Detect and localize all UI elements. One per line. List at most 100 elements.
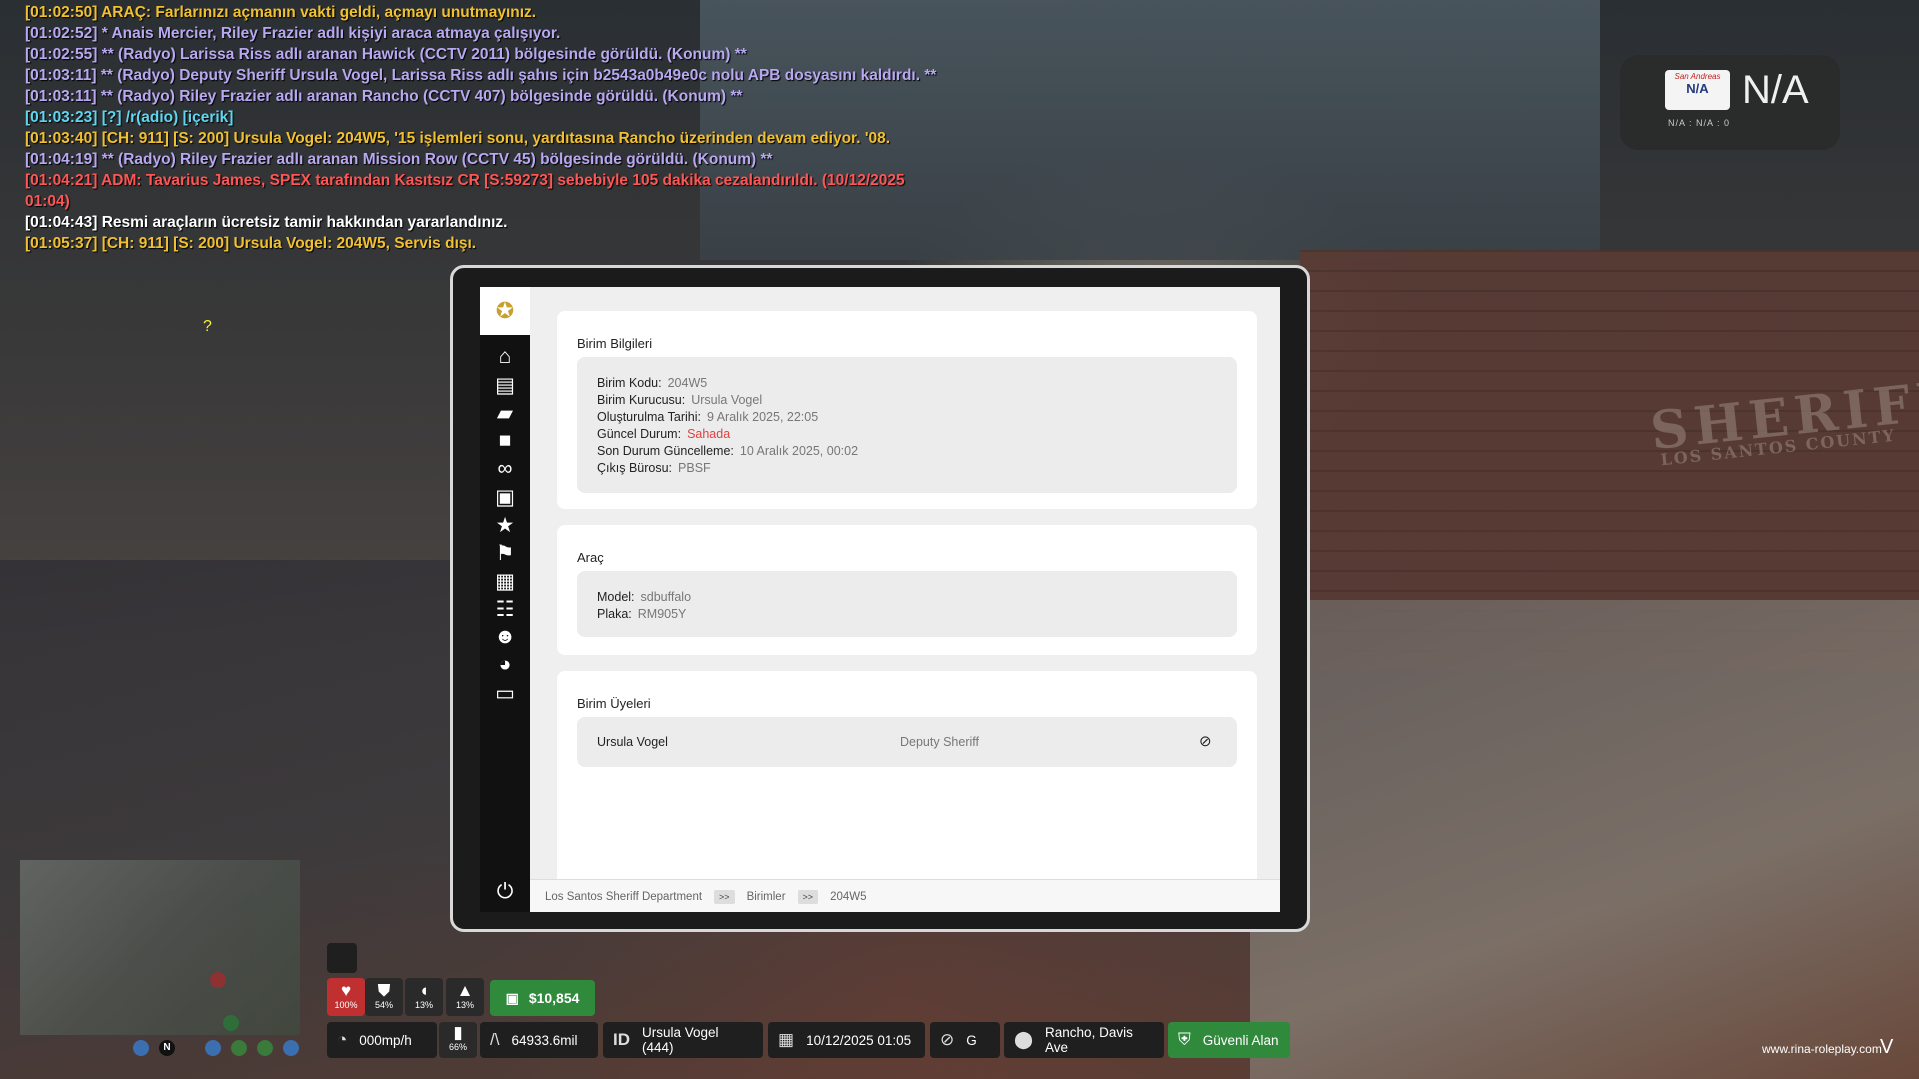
hunger-indicator: ◖ 13% bbox=[405, 978, 443, 1016]
vehicle-card: Araç Model: sdbuffalo Plaka: RM905Y bbox=[557, 525, 1257, 655]
home-icon[interactable]: ⌂ bbox=[480, 342, 530, 372]
unit-members-card: Birim Üyeleri Ursula Vogel Deputy Sherif… bbox=[557, 671, 1257, 879]
vehicle-plate-value: RM905Y bbox=[637, 607, 687, 621]
calendar-icon: ▦ bbox=[778, 1030, 795, 1049]
unit-status-row: Güncel Durum: Sahada bbox=[597, 427, 731, 441]
compass-indicator: ⊘ G bbox=[930, 1022, 1000, 1058]
unit-code-row: Birim Kodu: 204W5 bbox=[597, 376, 708, 390]
chat-message: ** (Radyo) Riley Frazier adlı aranan Mis… bbox=[101, 151, 773, 168]
chat-line: [01:03:11] ** (Radyo) Deputy Sheriff Urs… bbox=[25, 65, 985, 86]
vehicle-details: Model: sdbuffalo Plaka: RM905Y bbox=[577, 571, 1237, 637]
chat-line: [01:03:23] [?] /r(adio) [içerik] bbox=[25, 107, 985, 128]
fuel-indicator: ▮ 66% bbox=[439, 1022, 477, 1058]
unit-info-title: Birim Bilgileri bbox=[577, 336, 653, 351]
unit-founder-row: Birim Kurucusu: Ursula Vogel bbox=[597, 393, 763, 407]
breadcrumb-separator: >> bbox=[797, 889, 819, 904]
chat-timestamp: [01:02:52] bbox=[25, 25, 98, 42]
chat-line: [01:05:37] [CH: 911] [S: 200] Ursula Vog… bbox=[25, 233, 985, 254]
gauge-icon[interactable]: ◕ bbox=[480, 650, 530, 680]
binoculars-icon[interactable]: ∞ bbox=[480, 454, 530, 484]
site-logo-icon: V bbox=[1880, 1036, 1894, 1058]
unit-status-value: Sahada bbox=[687, 427, 731, 441]
road-icon: /\ bbox=[490, 1030, 500, 1049]
chat-line: [01:02:52] * Anais Mercier, Riley Frazie… bbox=[25, 23, 985, 44]
unit-code-value: 204W5 bbox=[667, 376, 708, 390]
chat-line: 01:04) bbox=[25, 191, 985, 212]
unit-last-update-row: Son Durum Güncelleme: 10 Aralık 2025, 00:… bbox=[597, 444, 859, 458]
minimap-indicators: N bbox=[133, 1040, 299, 1056]
chat-line: [01:04:19] ** (Radyo) Riley Frazier adlı… bbox=[25, 149, 985, 170]
archive-icon[interactable]: ▭ bbox=[480, 678, 530, 708]
chat-message: [?] /r(adio) [içerik] bbox=[101, 109, 234, 126]
breadcrumb-current: 204W5 bbox=[830, 890, 867, 903]
food-icon: ◖ bbox=[418, 981, 430, 1000]
player-id-indicator: ID Ursula Vogel (444) bbox=[603, 1022, 763, 1058]
user-icon[interactable]: ☻ bbox=[480, 622, 530, 652]
power-icon[interactable]: ⏻ bbox=[480, 877, 530, 907]
unit-info-card: Birim Bilgileri Birim Kodu: 204W5 Birim K… bbox=[557, 311, 1257, 509]
wallet-icon: ▣ bbox=[505, 989, 519, 1006]
shield-icon: ⛊ bbox=[377, 981, 391, 1000]
member-name: Ursula Vogel bbox=[597, 735, 668, 749]
speed-indicator: ◔ 000mp/h bbox=[327, 1022, 437, 1058]
unit-founder-value: Ursula Vogel bbox=[691, 393, 763, 407]
chat-timestamp: [01:03:23] bbox=[25, 109, 98, 126]
marker-question: ? bbox=[203, 318, 212, 335]
chat-message: 01:04) bbox=[25, 193, 70, 210]
background-sidewalk bbox=[1250, 600, 1919, 1079]
notes-icon[interactable]: ▤ bbox=[480, 370, 530, 400]
unit-created-row: Oluşturulma Tarihi: 9 Aralık 2025, 22:05 bbox=[597, 410, 819, 424]
minimap-dot bbox=[133, 1040, 149, 1056]
vehicle-plate-row: Plaka: RM905Y bbox=[597, 607, 687, 621]
shield-check-icon: ⛨ bbox=[1178, 1030, 1191, 1049]
users-icon[interactable]: ☷ bbox=[480, 594, 530, 624]
unit-last-update-value: 10 Aralık 2025, 00:02 bbox=[739, 444, 859, 458]
health-indicator: ♥ 100% bbox=[327, 978, 365, 1016]
lock-icon[interactable]: ■ bbox=[480, 426, 530, 456]
minimap-dot bbox=[231, 1040, 247, 1056]
mdt-main: Birim Bilgileri Birim Kodu: 204W5 Birim K… bbox=[530, 287, 1280, 879]
unit-info-details: Birim Kodu: 204W5 Birim Kurucusu: Ursula V… bbox=[577, 357, 1237, 493]
remove-member-icon[interactable]: ⊘ bbox=[1199, 732, 1212, 750]
chat-line: [01:04:43] Resmi araçların ücretsiz tami… bbox=[25, 212, 985, 233]
chat-message: Resmi araçların ücretsiz tamir hakkından… bbox=[101, 214, 508, 231]
minimap-blip bbox=[223, 1015, 239, 1031]
water-icon: ▲ bbox=[456, 981, 474, 1000]
plate-subtext: N/A : N/A : 0 bbox=[1668, 118, 1731, 128]
armor-indicator: ⛊ 54% bbox=[365, 978, 403, 1016]
breadcrumb-units[interactable]: Birimler bbox=[747, 891, 786, 903]
chat-message: ** (Radyo) Larissa Riss adlı aranan Hawi… bbox=[101, 46, 747, 63]
chat-timestamp: [01:03:40] bbox=[25, 130, 98, 147]
license-plate: San Andreas N/A bbox=[1665, 70, 1730, 110]
minimap-dot bbox=[283, 1040, 299, 1056]
compass-icon: ⊘ bbox=[940, 1030, 955, 1049]
breadcrumb: Los Santos Sheriff Department >> Birimle… bbox=[530, 879, 1280, 912]
minimap-dot bbox=[205, 1040, 221, 1056]
unit-office-value: PBSF bbox=[678, 461, 711, 475]
hud-slot bbox=[327, 943, 357, 973]
money-indicator: ▣ $10,854 bbox=[490, 980, 595, 1016]
member-row[interactable]: Ursula Vogel Deputy Sheriff ⊘ bbox=[577, 717, 1237, 767]
folder-icon[interactable]: ▰ bbox=[480, 398, 530, 428]
plate-state: San Andreas bbox=[1674, 72, 1721, 81]
minimap bbox=[20, 860, 300, 1035]
location-indicator: ⬤ Rancho, Davis Ave bbox=[1004, 1022, 1164, 1058]
flag-icon[interactable]: ⚑ bbox=[480, 538, 530, 568]
chat-message: ** (Radyo) Deputy Sheriff Ursula Vogel, … bbox=[100, 67, 937, 84]
sheriff-badge-icon[interactable]: ✪ bbox=[480, 287, 530, 335]
chat-timestamp: [01:02:55] bbox=[25, 46, 98, 63]
vehicle-model-row: Model: sdbuffalo bbox=[597, 590, 692, 604]
chat-message: ADM: Tavarius James, SPEX tarafından Kas… bbox=[101, 172, 905, 189]
chat-line: [01:02:55] ** (Radyo) Larissa Riss adlı … bbox=[25, 44, 985, 65]
mdt-screen: ✪ ⌂ ▤ ▰ ■ ∞ ▣ ★ ⚑ ▦ ☷ ☻ ◕ ▭ ⏻ Birim Bilg… bbox=[480, 287, 1280, 912]
chat-line: [01:02:50] ARAÇ: Farlarınızı açmanın vak… bbox=[25, 2, 985, 23]
briefcase-icon[interactable]: ▣ bbox=[480, 482, 530, 512]
chat-log: [01:02:50] ARAÇ: Farlarınızı açmanın vak… bbox=[25, 2, 985, 254]
breadcrumb-department[interactable]: Los Santos Sheriff Department bbox=[545, 891, 702, 903]
site-watermark: www.rina-roleplay.com bbox=[1762, 1042, 1882, 1056]
star-icon[interactable]: ★ bbox=[480, 510, 530, 540]
chat-message: * Anais Mercier, Riley Frazier adlı kişi… bbox=[101, 25, 561, 42]
unit-created-value: 9 Aralık 2025, 22:05 bbox=[706, 410, 819, 424]
mdt-sidebar: ✪ ⌂ ▤ ▰ ■ ∞ ▣ ★ ⚑ ▦ ☷ ☻ ◕ ▭ ⏻ bbox=[480, 287, 530, 912]
clipboard-icon[interactable]: ▦ bbox=[480, 566, 530, 596]
